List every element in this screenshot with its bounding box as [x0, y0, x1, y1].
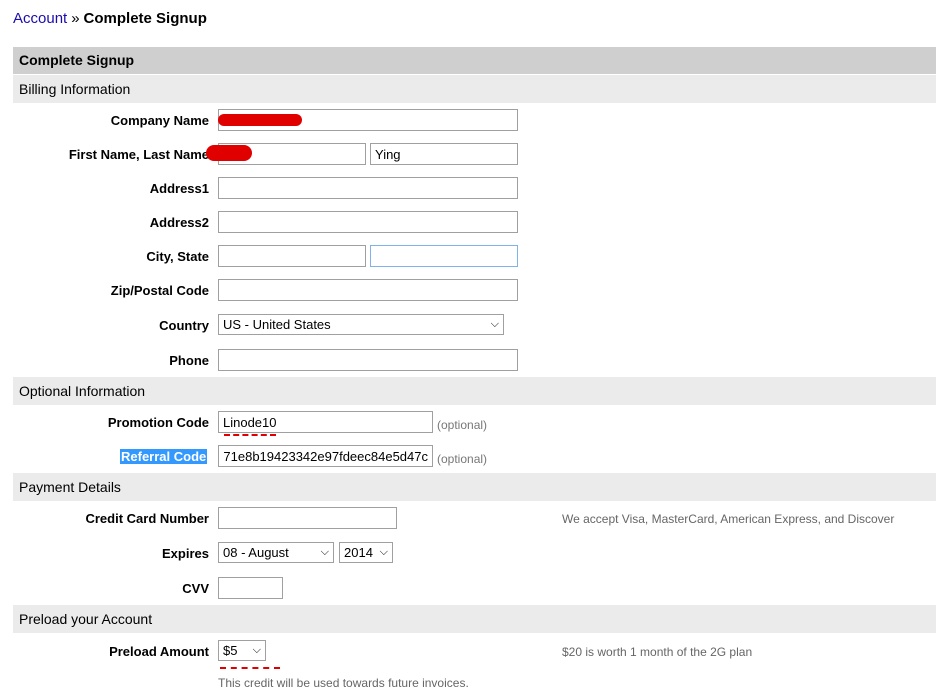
section-payment: Payment Details: [13, 473, 936, 501]
company-name-label: Company Name: [110, 113, 209, 128]
address2-input[interactable]: [218, 211, 518, 233]
expires-label: Expires: [162, 546, 209, 561]
phone-input[interactable]: [218, 349, 518, 371]
address1-input[interactable]: [218, 177, 518, 199]
card-types-note: We accept Visa, MasterCard, American Exp…: [562, 512, 895, 526]
city-input[interactable]: [218, 245, 366, 267]
breadcrumb-current: Complete Signup: [83, 10, 207, 27]
promotion-code-input[interactable]: [218, 411, 433, 433]
preload-amount-label: Preload Amount: [109, 644, 209, 659]
phone-label: Phone: [169, 353, 209, 368]
chevron-down-icon: ⌵: [490, 318, 499, 330]
section-preload: Preload your Account: [13, 605, 936, 633]
promotion-code-label: Promotion Code: [107, 415, 209, 430]
section-preload-title: Preload your Account: [19, 611, 153, 627]
cvv-label: CVV: [182, 581, 209, 596]
state-input[interactable]: [370, 245, 518, 267]
credit-card-input[interactable]: [218, 507, 397, 529]
chevron-down-icon: ⌵: [320, 546, 329, 558]
expiry-year-value: 2014: [344, 545, 373, 560]
section-optional: Optional Information: [13, 377, 936, 405]
preload-amount-select[interactable]: $5 ⌵: [218, 640, 266, 661]
cvv-input[interactable]: [218, 577, 283, 599]
preload-amount-value: $5: [223, 643, 238, 658]
chevron-down-icon: ⌵: [379, 546, 388, 558]
credit-card-label: Credit Card Number: [85, 511, 209, 526]
expiry-month-value: 08 - August: [223, 545, 289, 560]
panel-header: Complete Signup: [13, 47, 936, 74]
promotion-optional-hint: (optional): [437, 418, 488, 432]
panel-title: Complete Signup: [19, 52, 135, 68]
zip-input[interactable]: [218, 279, 518, 301]
section-optional-title: Optional Information: [19, 383, 146, 399]
country-label: Country: [159, 318, 209, 333]
referral-optional-hint: (optional): [437, 452, 488, 466]
redaction-mark: [218, 114, 302, 126]
annotation-underline: [220, 667, 280, 669]
section-billing: Billing Information: [13, 75, 936, 103]
address1-label: Address1: [149, 181, 209, 196]
city-state-label: City, State: [146, 249, 209, 264]
breadcrumb: Account» Complete Signup: [13, 10, 207, 27]
section-billing-title: Billing Information: [19, 81, 131, 97]
redaction-mark: [206, 145, 252, 161]
preload-plan-note: $20 is worth 1 month of the 2G plan: [562, 645, 753, 659]
section-payment-title: Payment Details: [19, 479, 121, 495]
zip-label: Zip/Postal Code: [110, 283, 209, 298]
chevron-down-icon: ⌵: [252, 644, 261, 656]
last-name-input[interactable]: [370, 143, 518, 165]
address2-label: Address2: [149, 215, 209, 230]
full-name-label: First Name, Last Name: [68, 147, 209, 162]
credit-usage-note: This credit will be used towards future …: [218, 676, 469, 690]
breadcrumb-account-link[interactable]: Account: [13, 10, 67, 27]
country-select-value: US - United States: [223, 317, 331, 332]
annotation-underline: [224, 434, 276, 436]
breadcrumb-separator: »: [71, 10, 80, 27]
expiry-year-select[interactable]: 2014 ⌵: [339, 542, 393, 563]
country-select[interactable]: US - United States ⌵: [218, 314, 504, 335]
referral-code-label: Referral Code: [120, 449, 208, 464]
referral-code-input[interactable]: [218, 445, 433, 467]
expiry-month-select[interactable]: 08 - August ⌵: [218, 542, 334, 563]
